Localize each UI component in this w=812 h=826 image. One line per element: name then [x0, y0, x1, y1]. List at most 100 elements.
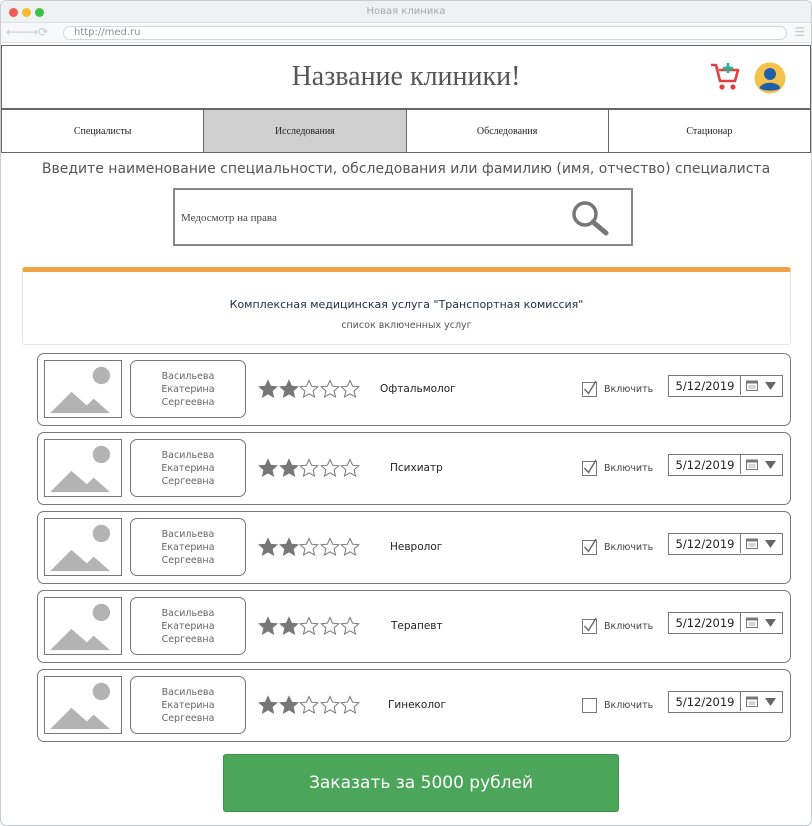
reload-icon[interactable]: ⟳: [38, 25, 48, 39]
include-label: Включить: [604, 621, 654, 632]
tab-examinations[interactable]: Обследования: [406, 109, 609, 153]
chevron-down-icon[interactable]: [765, 461, 776, 469]
star-empty-icon[interactable]: [299, 458, 319, 478]
chevron-down-icon[interactable]: [765, 619, 776, 627]
specialist-first-name: Екатерина: [161, 462, 215, 474]
calendar-icon[interactable]: [746, 617, 758, 628]
date-divider: [740, 613, 741, 632]
specialist-name[interactable]: Васильева Екатерина Сергеевна: [130, 360, 246, 418]
calendar-icon[interactable]: [746, 538, 758, 549]
specialist-patronymic: Сергеевна: [161, 396, 215, 408]
star-filled-icon[interactable]: [278, 616, 299, 636]
include-checkbox[interactable]: [582, 538, 597, 555]
include-checkbox[interactable]: [582, 698, 597, 713]
rating-stars: [258, 695, 361, 717]
include-label: Включить: [604, 700, 654, 711]
url-field[interactable]: http://med.ru: [63, 26, 787, 40]
specialist-last-name: Васильева: [161, 607, 215, 619]
tab-research[interactable]: Исследования: [204, 109, 407, 153]
tab-specialists[interactable]: Специалисты: [1, 109, 205, 153]
date-value: 5/12/2019: [675, 616, 735, 630]
star-filled-icon[interactable]: [278, 695, 299, 715]
calendar-icon[interactable]: [746, 696, 758, 707]
star-empty-icon[interactable]: [319, 616, 340, 636]
specialist-row: Васильева Екатерина Сергеевна Невролог Включ…: [37, 511, 791, 584]
star-empty-icon[interactable]: [340, 458, 360, 478]
specialist-name[interactable]: Васильева Екатерина Сергеевна: [130, 597, 246, 655]
specialist-name[interactable]: Васильева Екатерина Сергеевна: [130, 518, 246, 576]
browser-menu-icon[interactable]: ☰: [794, 25, 805, 39]
main-tabs: Специалисты Исследования Обследования Ст…: [1, 109, 811, 153]
date-picker[interactable]: 5/12/2019: [668, 612, 783, 634]
star-filled-icon[interactable]: [258, 616, 278, 636]
specialist-name[interactable]: Васильева Екатерина Сергеевна: [130, 439, 246, 497]
image-placeholder-icon: [44, 360, 122, 418]
date-value: 5/12/2019: [675, 537, 735, 551]
specialty-label: Психиатр: [390, 462, 443, 474]
star-filled-icon[interactable]: [258, 537, 278, 557]
star-empty-icon[interactable]: [299, 616, 319, 636]
window-title: Новая клиника: [366, 6, 446, 17]
specialist-row: Васильева Екатерина Сергеевна Психиатр Включ…: [37, 432, 791, 505]
date-divider: [740, 534, 741, 553]
forward-icon[interactable]: ⟶: [21, 25, 38, 39]
star-empty-icon[interactable]: [299, 537, 319, 557]
calendar-icon[interactable]: [746, 459, 758, 470]
service-card: Комплексная медицинская услуга "Транспор…: [22, 267, 791, 345]
star-empty-icon[interactable]: [340, 695, 360, 715]
checkmark-icon: [583, 380, 597, 395]
specialist-row: Васильева Екатерина Сергеевна Офтальмолог Вк…: [37, 353, 791, 426]
image-placeholder-icon: [44, 518, 122, 576]
date-value: 5/12/2019: [675, 458, 735, 472]
include-checkbox[interactable]: [582, 617, 597, 634]
browser-window: Новая клиника ⟵ ⟶ ⟳ http://med.ru ☰ Назв…: [0, 0, 812, 826]
magnifier-icon[interactable]: [568, 200, 614, 236]
image-placeholder-icon: [44, 439, 122, 497]
specialist-patronymic: Сергеевна: [161, 712, 215, 724]
search-input[interactable]: [181, 208, 551, 228]
star-empty-icon[interactable]: [319, 458, 340, 478]
star-filled-icon[interactable]: [258, 458, 278, 478]
rating-stars: [258, 616, 361, 638]
address-bar-row: ⟵ ⟶ ⟳ http://med.ru ☰: [1, 23, 811, 43]
order-button[interactable]: Заказать за 5000 рублей: [223, 754, 619, 812]
date-divider: [740, 376, 741, 395]
service-title: Комплексная медицинская услуга "Транспор…: [229, 298, 584, 311]
star-empty-icon[interactable]: [340, 616, 360, 636]
date-value: 5/12/2019: [675, 695, 735, 709]
star-filled-icon[interactable]: [278, 458, 299, 478]
star-empty-icon[interactable]: [319, 379, 340, 399]
star-empty-icon[interactable]: [299, 379, 319, 399]
specialist-last-name: Васильева: [161, 449, 215, 461]
chevron-down-icon[interactable]: [765, 698, 776, 706]
star-filled-icon[interactable]: [278, 379, 299, 399]
specialty-label: Терапевт: [391, 620, 443, 632]
date-picker[interactable]: 5/12/2019: [668, 454, 783, 476]
date-picker[interactable]: 5/12/2019: [668, 691, 783, 713]
rating-stars: [258, 537, 361, 559]
star-filled-icon[interactable]: [258, 379, 278, 399]
site-header: Название клиники!: [1, 45, 811, 109]
calendar-icon[interactable]: [746, 380, 758, 391]
star-empty-icon[interactable]: [319, 695, 340, 715]
include-checkbox[interactable]: [582, 459, 597, 476]
specialty-label: Офтальмолог: [380, 383, 456, 395]
cart-add-icon[interactable]: [709, 62, 741, 92]
chevron-down-icon[interactable]: [765, 382, 776, 390]
star-filled-icon[interactable]: [278, 537, 299, 557]
date-picker[interactable]: 5/12/2019: [668, 375, 783, 397]
specialist-name[interactable]: Васильева Екатерина Сергеевна: [130, 676, 246, 734]
specialist-first-name: Екатерина: [161, 541, 215, 553]
date-picker[interactable]: 5/12/2019: [668, 533, 783, 555]
chevron-down-icon[interactable]: [765, 540, 776, 548]
user-avatar-icon[interactable]: [754, 62, 786, 94]
star-filled-icon[interactable]: [258, 695, 278, 715]
specialty-label: Невролог: [390, 541, 443, 553]
specialist-last-name: Васильева: [161, 528, 215, 540]
star-empty-icon[interactable]: [299, 695, 319, 715]
tab-hospital[interactable]: Стационар: [608, 109, 811, 153]
include-checkbox[interactable]: [582, 380, 597, 397]
star-empty-icon[interactable]: [340, 379, 360, 399]
star-empty-icon[interactable]: [340, 537, 360, 557]
star-empty-icon[interactable]: [319, 537, 340, 557]
